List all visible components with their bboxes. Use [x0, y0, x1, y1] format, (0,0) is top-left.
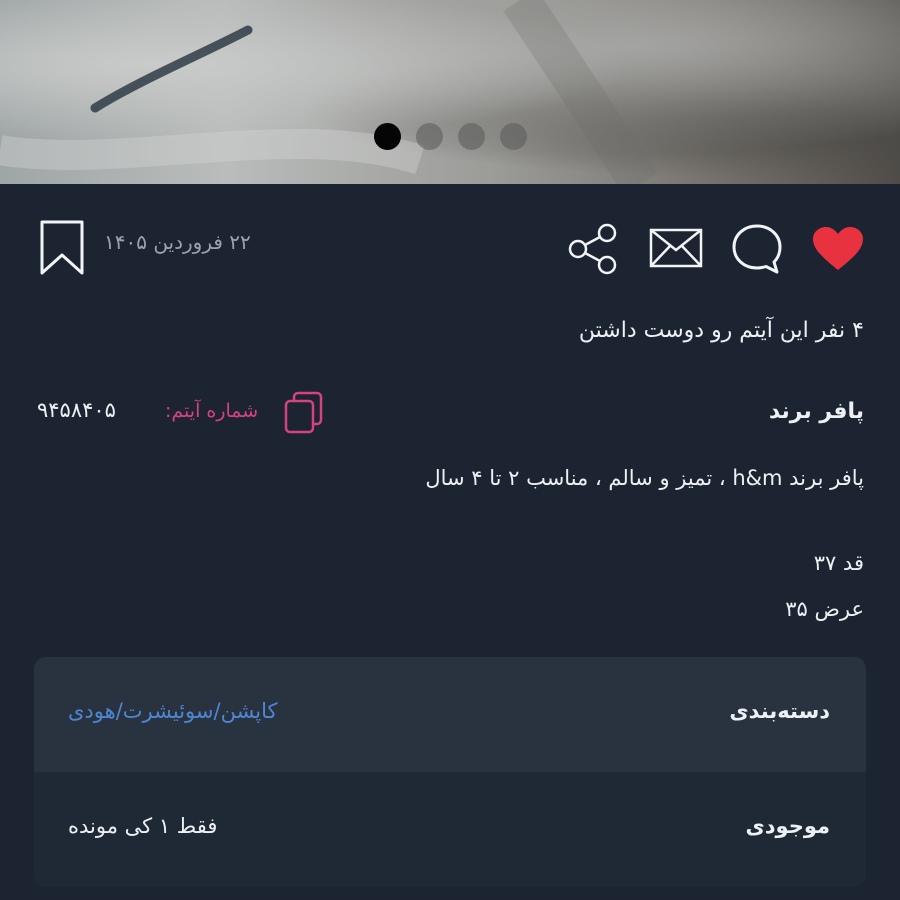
heart-icon[interactable]: [812, 226, 864, 272]
envelope-icon[interactable]: [649, 228, 703, 268]
item-details-card: دسته‌بندی کاپشن/سوئیشرت/هودی موجودی فقط …: [34, 657, 866, 887]
post-date: ۲۲ فروردین ۱۴۰۵: [104, 230, 251, 254]
product-photo[interactable]: [0, 0, 900, 184]
item-width: عرض ۳۵: [785, 597, 864, 621]
item-number[interactable]: ۹۴۵۸۴۰۵: [37, 398, 116, 422]
comment-bubble-icon[interactable]: [730, 222, 784, 276]
category-row[interactable]: دسته‌بندی کاپشن/سوئیشرت/هودی: [34, 657, 866, 772]
stock-value: فقط ۱ کی مونده: [68, 814, 218, 838]
item-number-label: شماره آیتم:: [165, 400, 259, 422]
gallery-dot-2[interactable]: [416, 123, 443, 150]
stock-label: موجودی: [745, 814, 831, 838]
item-title: پافر برند: [768, 399, 864, 424]
likes-count-text[interactable]: ۴ نفر این آیتم رو دوست داشتن: [579, 318, 864, 343]
item-height: قد ۳۷: [813, 551, 864, 575]
item-description: پافر برند h&m ، تمیز و سالم ، مناسب ۲ تا…: [425, 466, 864, 490]
stock-row: موجودی فقط ۱ کی مونده: [34, 772, 866, 887]
category-link[interactable]: کاپشن/سوئیشرت/هودی: [68, 699, 278, 723]
gallery-dot-1[interactable]: [374, 123, 401, 150]
product-page: ۲۲ فروردین ۱۴۰۵ ۴ نفر این آیتم رو دوست د…: [0, 0, 900, 900]
category-label: دسته‌بندی: [729, 699, 830, 723]
gallery-dot-4[interactable]: [500, 123, 527, 150]
bookmark-icon[interactable]: [38, 219, 86, 277]
copy-icon[interactable]: [283, 390, 325, 434]
gallery-dot-3[interactable]: [458, 123, 485, 150]
share-icon[interactable]: [566, 222, 622, 276]
photo-fabric-detail: [0, 0, 657, 184]
gallery-pagination: [374, 123, 527, 150]
